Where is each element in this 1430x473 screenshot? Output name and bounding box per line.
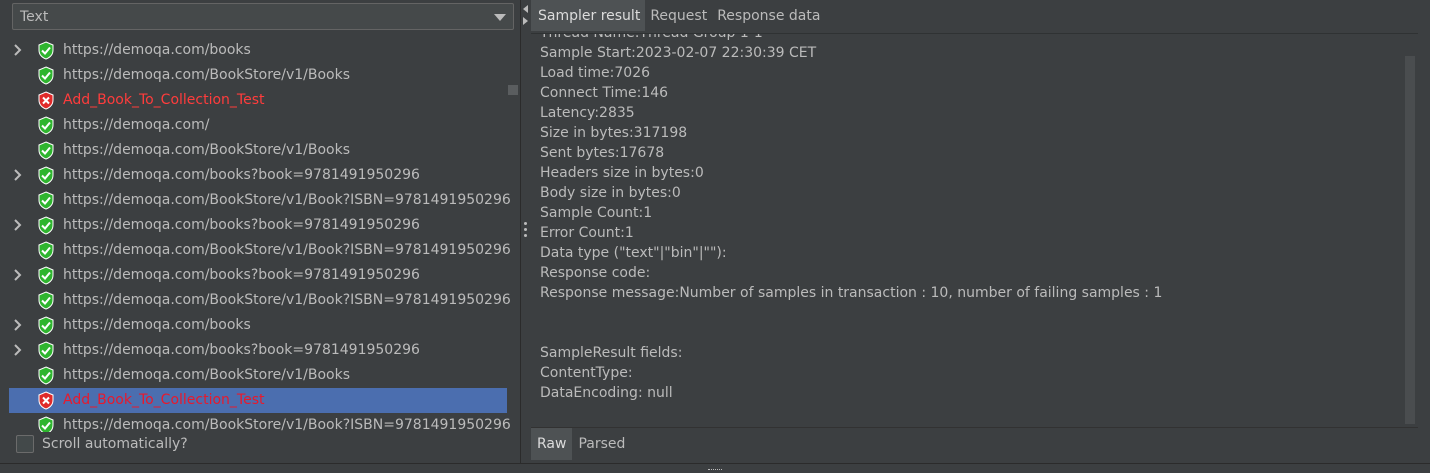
shield-check-icon	[37, 341, 55, 360]
result-line: Load time:7026	[540, 65, 651, 81]
shield-check-icon	[37, 191, 55, 210]
tree-row-label: Add_Book_To_Collection_Test	[63, 92, 265, 108]
tree-row-label: https://demoqa.com/BookStore/v1/Books	[63, 367, 351, 383]
shield-check-icon	[37, 116, 55, 135]
result-line: Response message:Number of samples in tr…	[540, 285, 1163, 301]
scroll-automatically-label: Scroll automatically?	[42, 436, 188, 452]
tree-row[interactable]: https://demoqa.com/	[9, 113, 507, 138]
sampler-result-text[interactable]: Thread Name:Thread Group 1-1 Sample Start…	[531, 33, 1418, 426]
result-line: Thread Name:Thread Group 1-1	[540, 33, 763, 41]
shield-x-icon	[37, 91, 55, 110]
chevron-right-icon[interactable]	[12, 169, 24, 181]
shield-check-icon	[37, 141, 55, 160]
shield-check-icon	[37, 41, 55, 60]
result-line: Error Count:1	[540, 225, 634, 241]
tree-row[interactable]: https://demoqa.com/books	[9, 38, 507, 63]
result-scrollbar[interactable]	[1405, 56, 1415, 424]
tree-row-label: https://demoqa.com/BookStore/v1/Books	[63, 67, 351, 83]
tree-row[interactable]: https://demoqa.com/BookStore/v1/Book?ISB…	[9, 413, 511, 432]
shield-x-icon	[37, 391, 55, 410]
chevron-right-icon[interactable]	[12, 344, 24, 356]
result-line: Response code:	[540, 265, 651, 281]
tree-row-label: https://demoqa.com/books?book=9781491950…	[63, 342, 420, 358]
chevron-right-icon[interactable]	[12, 269, 24, 281]
tree-row-label: https://demoqa.com/books?book=9781491950…	[63, 217, 420, 233]
results-tree-panel: Text https://demoqa.com/books https://dem…	[0, 0, 520, 463]
tree-row-label: https://demoqa.com/	[63, 117, 210, 133]
tree-row[interactable]: https://demoqa.com/books?book=9781491950…	[9, 338, 507, 363]
result-line: Sample Start:2023-02-07 22:30:39 CET	[540, 45, 817, 61]
scroll-automatically-checkbox[interactable]: Scroll automatically?	[16, 435, 188, 453]
result-line: Latency:2835	[540, 105, 635, 121]
tree-row[interactable]: https://demoqa.com/books?book=9781491950…	[9, 263, 507, 288]
tree-row-label: https://demoqa.com/BookStore/v1/Book?ISB…	[63, 242, 511, 258]
result-line: DataEncoding: null	[540, 385, 673, 401]
tab-request[interactable]: Request	[645, 0, 712, 31]
result-tabs: Sampler result Request Response data	[531, 0, 825, 31]
tree-row[interactable]: https://demoqa.com/books?book=9781491950…	[9, 163, 507, 188]
tree-row[interactable]: https://demoqa.com/BookStore/v1/Book?ISB…	[9, 238, 511, 263]
tree-row-label: Add_Book_To_Collection_Test	[63, 392, 265, 408]
chevron-right-icon[interactable]	[12, 44, 24, 56]
chevron-right-icon[interactable]	[12, 319, 24, 331]
tree-row[interactable]: https://demoqa.com/BookStore/v1/Books	[9, 363, 507, 388]
tree-row[interactable]: https://demoqa.com/books?book=9781491950…	[9, 213, 507, 238]
collapse-right-icon[interactable]	[523, 17, 528, 25]
tree-row-label: https://demoqa.com/BookStore/v1/Books	[63, 142, 351, 158]
result-line: Headers size in bytes:0	[540, 165, 704, 181]
shield-check-icon	[37, 166, 55, 185]
tree-row[interactable]: https://demoqa.com/BookStore/v1/Book?ISB…	[9, 288, 511, 313]
chevron-right-icon[interactable]	[12, 219, 24, 231]
tree-row-label: https://demoqa.com/BookStore/v1/Book?ISB…	[63, 292, 511, 308]
shield-check-icon	[37, 216, 55, 235]
tree-row[interactable]: Add_Book_To_Collection_Test	[9, 388, 507, 413]
renderer-selected-value: Text	[20, 8, 49, 25]
shield-check-icon	[37, 66, 55, 85]
shield-check-icon	[37, 366, 55, 385]
bottom-splitter[interactable]	[0, 463, 1430, 473]
divider-grip-icon[interactable]	[524, 222, 527, 240]
checkbox-box[interactable]	[16, 435, 34, 453]
dropdown-arrow-icon[interactable]	[494, 14, 506, 21]
results-tree[interactable]: https://demoqa.com/books https://demoqa.c…	[0, 32, 520, 432]
tree-row-label: https://demoqa.com/BookStore/v1/Book?ISB…	[63, 417, 511, 432]
result-line: Sample Count:1	[540, 205, 653, 221]
tree-row[interactable]: https://demoqa.com/BookStore/v1/Books	[9, 138, 507, 163]
tree-row-label: https://demoqa.com/books?book=9781491950…	[63, 267, 420, 283]
result-line: Size in bytes:317198	[540, 125, 688, 141]
shield-check-icon	[37, 291, 55, 310]
tree-row-label: https://demoqa.com/books	[63, 42, 251, 58]
tree-row-label: https://demoqa.com/books	[63, 317, 251, 333]
result-line: Data type ("text"|"bin"|""):	[540, 245, 727, 261]
tree-row[interactable]: https://demoqa.com/BookStore/v1/Book?ISB…	[9, 188, 511, 213]
tab-sampler-result[interactable]: Sampler result	[531, 0, 646, 31]
tree-scrollbar-thumb[interactable]	[508, 85, 518, 95]
tab-raw[interactable]: Raw	[531, 428, 573, 460]
result-line: ContentType:	[540, 365, 633, 381]
result-line: SampleResult fields:	[540, 345, 683, 361]
collapse-left-icon[interactable]	[523, 5, 528, 13]
tab-parsed[interactable]: Parsed	[572, 428, 631, 460]
renderer-dropdown[interactable]: Text	[12, 3, 514, 30]
tree-row-label: https://demoqa.com/books?book=9781491950…	[63, 167, 420, 183]
view-mode-tabs: Raw Parsed	[531, 427, 1418, 460]
result-line: Connect Time:146	[540, 85, 669, 101]
tree-row-label: https://demoqa.com/BookStore/v1/Book?ISB…	[63, 192, 511, 208]
shield-check-icon	[37, 266, 55, 285]
tree-row[interactable]: Add_Book_To_Collection_Test	[9, 88, 507, 113]
tree-row[interactable]: https://demoqa.com/BookStore/v1/Books	[9, 63, 507, 88]
result-line: Body size in bytes:0	[540, 185, 681, 201]
splitter-grip-icon[interactable]	[708, 469, 722, 472]
shield-check-icon	[37, 316, 55, 335]
tab-response-data[interactable]: Response data	[712, 0, 825, 31]
split-pane-divider[interactable]	[520, 0, 530, 463]
shield-check-icon	[37, 416, 55, 432]
shield-check-icon	[37, 241, 55, 260]
tree-row[interactable]: https://demoqa.com/books	[9, 313, 507, 338]
sampler-result-panel: Sampler result Request Response data Thr…	[531, 0, 1430, 463]
result-line: Sent bytes:17678	[540, 145, 665, 161]
